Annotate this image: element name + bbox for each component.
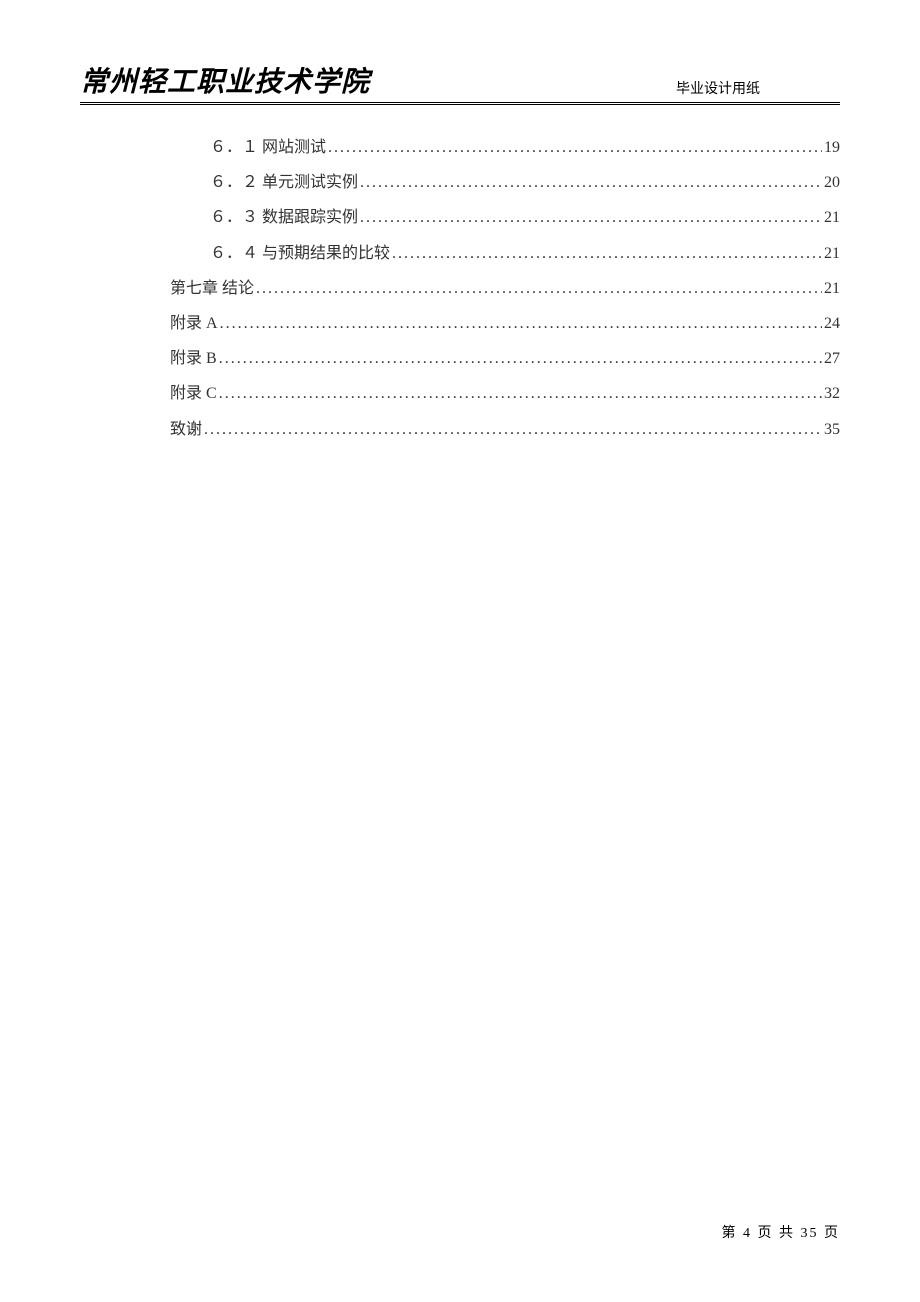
toc-entry-page: 24 (824, 306, 840, 341)
footer-prefix: 第 (722, 1226, 738, 1241)
toc-entry-page: 27 (824, 341, 840, 376)
toc-entry-label: ６．３ 数据跟踪实例 (210, 200, 358, 235)
school-name: 常州轻工职业技术学院 (80, 60, 370, 100)
toc-entry-page: 21 (824, 200, 840, 235)
toc-dots (219, 341, 822, 376)
toc-entry-label: ６．１ 网站测试 (210, 130, 326, 165)
page-footer: 第 4 页 共 35 页 (722, 1222, 841, 1242)
toc-dots (328, 130, 822, 165)
toc-dots (220, 306, 822, 341)
footer-total-pages: 35 (801, 1226, 819, 1241)
toc-entry-page: 21 (824, 236, 840, 271)
table-of-contents: ６．１ 网站测试 19６．２ 单元测试实例 20６．３ 数据跟踪实例 21６．４… (170, 130, 840, 447)
toc-entry-label: ６．４ 与预期结果的比较 (210, 236, 390, 271)
paper-type-label: 毕业设计用纸 (676, 78, 840, 100)
toc-entry-page: 35 (824, 412, 840, 447)
toc-entry-label: 致谢 (170, 412, 202, 447)
toc-entry: ６．１ 网站测试 19 (210, 130, 840, 165)
footer-current-page: 4 (743, 1226, 752, 1241)
toc-entry-page: 21 (824, 271, 840, 306)
toc-entry: 附录 C 32 (170, 376, 840, 411)
header-divider (80, 104, 840, 105)
toc-dots (256, 271, 822, 306)
toc-entry: 附录 A 24 (170, 306, 840, 341)
toc-entry-label: 第七章 结论 (170, 271, 254, 306)
page-header: 常州轻工职业技术学院 毕业设计用纸 (80, 60, 840, 103)
toc-entry-page: 20 (824, 165, 840, 200)
toc-entry-page: 32 (824, 376, 840, 411)
toc-entry-label: 附录 B (170, 341, 217, 376)
toc-entry: 第七章 结论 21 (170, 271, 840, 306)
toc-entry: ６．３ 数据跟踪实例 21 (210, 200, 840, 235)
toc-entry-page: 19 (824, 130, 840, 165)
toc-dots (204, 412, 822, 447)
toc-entry-label: 附录 C (170, 376, 217, 411)
toc-entry: ６．４ 与预期结果的比较 21 (210, 236, 840, 271)
toc-entry: 附录 B 27 (170, 341, 840, 376)
footer-mid: 页 共 (758, 1226, 796, 1241)
toc-entry-label: 附录 A (170, 306, 218, 341)
toc-dots (360, 200, 822, 235)
toc-dots (360, 165, 822, 200)
footer-suffix: 页 (824, 1226, 840, 1241)
toc-entry: ６．２ 单元测试实例 20 (210, 165, 840, 200)
toc-dots (392, 236, 822, 271)
toc-entry-label: ６．２ 单元测试实例 (210, 165, 358, 200)
toc-entry: 致谢 35 (170, 412, 840, 447)
toc-dots (219, 376, 822, 411)
document-page: 常州轻工职业技术学院 毕业设计用纸 ６．１ 网站测试 19６．２ 单元测试实例 … (0, 0, 920, 1302)
